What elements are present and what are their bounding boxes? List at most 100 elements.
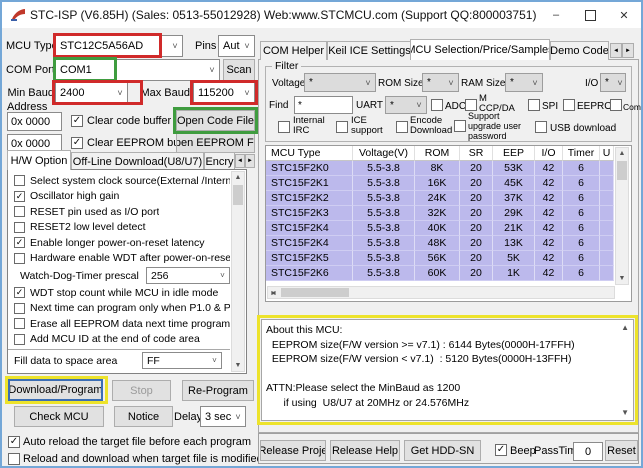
auto-reload-checkbox[interactable]: ✓ [8, 436, 20, 448]
table-row[interactable]: STC15F2K65.5-3.860K201K426 [266, 266, 631, 281]
release-help-button[interactable]: Release Help [330, 440, 400, 461]
clear-eeprom-checkbox[interactable]: ✓ [71, 137, 83, 149]
tab-com-helper[interactable]: COM Helper [260, 41, 327, 60]
rom-size-select[interactable]: * ˅ [422, 73, 459, 92]
tab-offline-download[interactable]: Off-Line Download(U8/U7) [71, 152, 204, 170]
hw-option-1[interactable]: ✓Oscillator high gain [8, 189, 230, 205]
tab-scroll-left-icon[interactable]: ◄ [235, 154, 245, 168]
table-vscrollbar[interactable]: ▲ ▼ [615, 147, 629, 285]
option-checkbox[interactable] [14, 318, 25, 329]
io-select[interactable]: * ˅ [600, 73, 626, 92]
release-project-button[interactable]: Release Proje [260, 440, 326, 461]
table-row[interactable]: STC15F2K35.5-3.832K2029K426 [266, 206, 631, 221]
option-checkbox[interactable]: ✓ [14, 237, 25, 248]
internal-irc-checkbox[interactable] [278, 121, 290, 133]
scroll-up-icon[interactable]: ▲ [616, 148, 628, 159]
column-header[interactable]: Timer [563, 146, 600, 161]
column-header[interactable]: I/O [535, 146, 563, 161]
adc-checkbox[interactable] [431, 99, 443, 111]
tab-scroll-right-icon[interactable]: ► [245, 154, 255, 168]
hw-option-10[interactable]: Add MCU ID at the end of code area [8, 332, 230, 348]
tab-demo-code[interactable]: Demo Code [550, 41, 609, 60]
column-header[interactable]: Voltage(V) [353, 146, 415, 161]
option-checkbox[interactable]: ✓ [14, 287, 25, 298]
comparator-checkbox[interactable] [610, 99, 622, 111]
clear-code-checkbox[interactable]: ✓ [71, 115, 83, 127]
table-row[interactable]: STC15F2K05.5-3.88K2053K426 [266, 161, 631, 176]
tab-hw-option[interactable]: H/W Option [7, 150, 71, 170]
support-upgrade-checkbox[interactable] [454, 120, 466, 132]
ram-size-select[interactable]: * ˅ [505, 73, 543, 92]
table-row[interactable]: STC15F2K45.5-3.840K2021K426 [266, 221, 631, 236]
get-hdd-sn-button[interactable]: Get HDD-SN [404, 440, 481, 461]
com-port-select[interactable]: COM1 ˅ [55, 59, 220, 81]
code-address-input[interactable]: 0x 0000 [7, 112, 62, 131]
scroll-down-icon[interactable]: ▼ [616, 273, 628, 284]
mcu-type-select[interactable]: STC12C5A56AD ˅ [55, 35, 183, 57]
column-header[interactable]: U [600, 146, 614, 161]
column-header[interactable]: MCU Type [266, 146, 353, 161]
watchdog-prescale-row[interactable]: Watch-Dog-Timer prescal256˅ [8, 266, 230, 285]
hw-option-9[interactable]: Erase all EEPROM data next time program … [8, 316, 230, 332]
scroll-up-icon[interactable]: ▲ [232, 172, 244, 183]
table-row[interactable]: STC15F2K55.5-3.856K205K426 [266, 251, 631, 266]
hw-option-3[interactable]: RESET2 low level detect [8, 220, 230, 236]
column-header[interactable]: ROM [415, 146, 460, 161]
table-row[interactable]: STC15F2K15.5-3.816K2045K426 [266, 176, 631, 191]
tab-keil-ice-settings[interactable]: Keil ICE Settings [327, 41, 412, 60]
ice-support-checkbox[interactable] [336, 121, 348, 133]
passtimes-input[interactable]: 0 [573, 442, 603, 461]
tab-scroll-left-icon[interactable]: ◄ [610, 43, 622, 58]
minimize-button[interactable]: – [539, 2, 573, 28]
open-eeprom-file-button[interactable]: Open EEPROM File [176, 132, 255, 153]
option-checkbox[interactable]: ✓ [14, 191, 25, 202]
option-checkbox[interactable] [14, 222, 25, 233]
find-input[interactable]: * [294, 96, 353, 114]
reload-modified-checkbox[interactable] [8, 453, 20, 465]
scroll-up-icon[interactable]: ▲ [621, 323, 629, 332]
hw-option-5[interactable]: Hardware enable WDT after power-on-reset [8, 251, 230, 267]
hw-option-7[interactable]: ✓WDT stop count while MCU in idle mode [8, 285, 230, 301]
tab-mcu-selection[interactable]: MCU Selection/Price/Samples [410, 39, 550, 60]
reset-button[interactable]: Reset [605, 440, 638, 461]
option-checkbox[interactable] [14, 303, 25, 314]
re-program-button[interactable]: Re-Program [182, 380, 254, 401]
options-scrollbar[interactable]: ▲ ▼ [231, 171, 245, 372]
eeprom-checkbox[interactable] [563, 99, 575, 111]
download-program-button[interactable]: Download/Program [8, 379, 103, 401]
spi-checkbox[interactable] [528, 99, 540, 111]
option-checkbox[interactable] [14, 334, 25, 345]
check-mcu-button[interactable]: Check MCU [14, 406, 104, 427]
stop-button[interactable]: Stop [112, 380, 171, 401]
pins-select[interactable]: Auto ˅ [218, 35, 255, 57]
hw-option-8[interactable]: Next time can program only when P1.0 & P… [8, 301, 230, 317]
option-checkbox[interactable] [14, 175, 25, 186]
delay-select[interactable]: 3 sec ˅ [200, 406, 246, 427]
tab-encrypt[interactable]: Encry [204, 152, 235, 170]
min-baud-select[interactable]: 2400 ˅ [55, 82, 128, 104]
max-baud-select[interactable]: 115200 ˅ [193, 82, 255, 104]
scroll-right-icon[interactable]: ► [268, 287, 279, 298]
notice-button[interactable]: Notice [114, 406, 173, 427]
beep-checkbox[interactable]: ✓ [495, 444, 507, 456]
mccp-checkbox[interactable] [465, 99, 477, 111]
watchdog-prescale-select[interactable]: 256˅ [146, 267, 230, 284]
tab-scroll-right-icon[interactable]: ► [622, 43, 634, 58]
option-checkbox[interactable] [14, 253, 25, 264]
fill-data-select[interactable]: FF ˅ [142, 352, 222, 369]
open-code-file-button[interactable]: Open Code File [176, 110, 255, 131]
column-header[interactable]: SR [460, 146, 493, 161]
scroll-thumb[interactable] [281, 288, 349, 297]
scroll-thumb[interactable] [233, 185, 243, 205]
hw-option-0[interactable]: Select system clock source(External /Int… [8, 173, 230, 189]
encode-download-checkbox[interactable] [396, 121, 408, 133]
table-hscrollbar[interactable]: ◄ ► [267, 286, 615, 299]
scroll-thumb[interactable] [617, 161, 627, 180]
voltage-select[interactable]: * ˅ [304, 73, 376, 92]
scroll-down-icon[interactable]: ▼ [621, 408, 629, 417]
scan-button[interactable]: Scan [223, 59, 255, 81]
table-row[interactable]: STC15F2K25.5-3.824K2037K426 [266, 191, 631, 206]
option-checkbox[interactable] [14, 206, 25, 217]
close-button[interactable]: ✕ [607, 2, 641, 28]
column-header[interactable]: EEP [493, 146, 535, 161]
